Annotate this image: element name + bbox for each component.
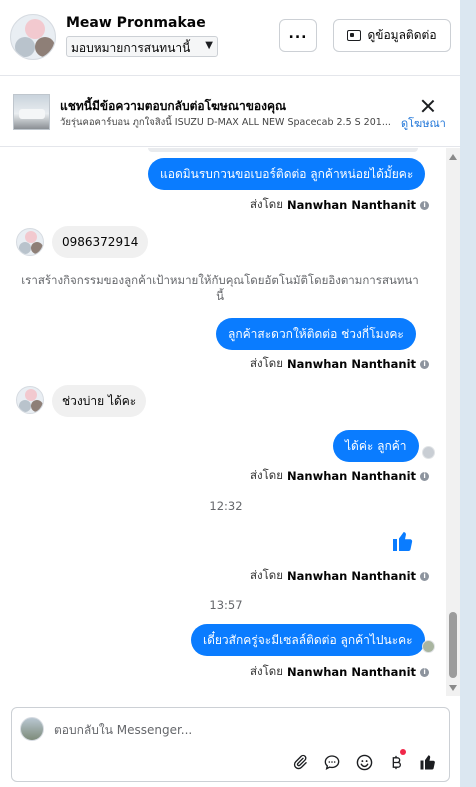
chat-bubble-icon[interactable] xyxy=(322,752,342,772)
sent-by-label: ส่งโดย Nanwhan Nanthanit i xyxy=(250,196,430,214)
contact-info-button[interactable]: ดูข้อมูลติดต่อ xyxy=(333,19,451,52)
message-outgoing[interactable]: ลูกค้าสะดวกให้ติดต่อ ช่วงกี่โมงคะ xyxy=(216,318,416,350)
thumbs-up-icon[interactable] xyxy=(418,752,438,772)
attach-icon[interactable] xyxy=(290,752,310,772)
customer-avatar[interactable] xyxy=(16,228,44,256)
page-avatar xyxy=(20,717,44,741)
chevron-down-icon: ▼ xyxy=(205,40,213,51)
contact-card-icon xyxy=(347,30,362,41)
info-icon[interactable]: i xyxy=(420,200,430,210)
notification-dot xyxy=(400,749,406,755)
message-outgoing[interactable]: เดี๋ยวสักครู่จะมีเซลล์ติดต่อ ลูกค้าไปนะค… xyxy=(191,624,425,656)
system-note: เราสร้างกิจกรรมของลูกค้าเป้าหมายให้กับคุ… xyxy=(21,273,419,303)
ad-banner-subtitle: วัยรุ่นคอคาร์บอน ภูกใจสิงนี้ ISUZU D-MAX… xyxy=(60,117,391,128)
sent-by-label: ส่งโดย Nanwhan Nanthanit i xyxy=(250,467,430,485)
more-options-button[interactable]: ... xyxy=(279,19,317,52)
message-outgoing[interactable]: แอดมินรบกวนขอเบอร์ติดต่อ ลูกค้าหน่อยได้ม… xyxy=(148,158,426,190)
ellipsis-icon: ... xyxy=(288,26,308,42)
message-outgoing[interactable]: ได้ค่ะ ลูกค้า xyxy=(333,430,419,462)
ad-reply-banner: แชทนี้มีข้อความตอบกลับต่อโฆษณาของคุณ วัย… xyxy=(0,77,460,147)
thread-scrollbar[interactable] xyxy=(446,148,460,696)
emoji-icon[interactable] xyxy=(354,752,374,772)
customer-avatar[interactable] xyxy=(16,386,44,414)
info-icon[interactable]: i xyxy=(420,571,430,581)
scroll-down-arrow[interactable] xyxy=(449,685,457,691)
timestamp: 12:32 xyxy=(209,499,243,513)
assign-conversation-label: มอบหมายการสนทนานี้ xyxy=(71,41,191,55)
sent-by-label: ส่งโดย Nanwhan Nanthanit i xyxy=(250,663,430,681)
page-edge xyxy=(460,0,476,787)
conversation-header: Meaw Pronmakae มอบหมายการสนทนานี้ ▼ ... … xyxy=(0,0,460,76)
ad-banner-title: แชทนี้มีข้อความตอบกลับต่อโฆษณาของคุณ xyxy=(60,99,287,113)
ad-thumbnail xyxy=(13,94,50,130)
sent-by-label: ส่งโดย Nanwhan Nanthanit i xyxy=(250,355,430,373)
info-icon[interactable]: i xyxy=(420,471,430,481)
reply-input[interactable] xyxy=(54,720,434,740)
group-avatar[interactable] xyxy=(10,14,56,60)
info-icon[interactable]: i xyxy=(420,359,430,369)
view-ad-link[interactable]: ดูโฆษณา xyxy=(401,114,446,132)
close-icon[interactable] xyxy=(420,98,436,114)
scroll-thumb[interactable] xyxy=(449,612,457,678)
message-incoming[interactable]: 0986372914 xyxy=(52,226,149,258)
read-receipt-avatar xyxy=(422,640,435,653)
message-cutoff xyxy=(148,148,418,152)
timestamp: 13:57 xyxy=(209,598,243,612)
currency-icon[interactable] xyxy=(386,749,406,772)
read-receipt-avatar xyxy=(422,446,435,459)
assign-conversation-select[interactable]: มอบหมายการสนทนานี้ ▼ xyxy=(66,36,218,57)
contact-info-label: ดูข้อมูลติดต่อ xyxy=(367,28,437,42)
message-thread[interactable]: แอดมินรบกวนขอเบอร์ติดต่อ ลูกค้าหน่อยได้ม… xyxy=(0,148,446,696)
info-icon[interactable]: i xyxy=(420,667,430,677)
sent-by-label: ส่งโดย Nanwhan Nanthanit i xyxy=(250,567,430,585)
contact-name[interactable]: Meaw Pronmakae xyxy=(66,15,206,31)
thumbs-up-icon[interactable] xyxy=(391,529,415,553)
message-incoming[interactable]: ช่วงบ่าย ได้คะ xyxy=(52,385,147,417)
reply-composer xyxy=(11,707,450,782)
scroll-up-arrow[interactable] xyxy=(449,154,457,160)
